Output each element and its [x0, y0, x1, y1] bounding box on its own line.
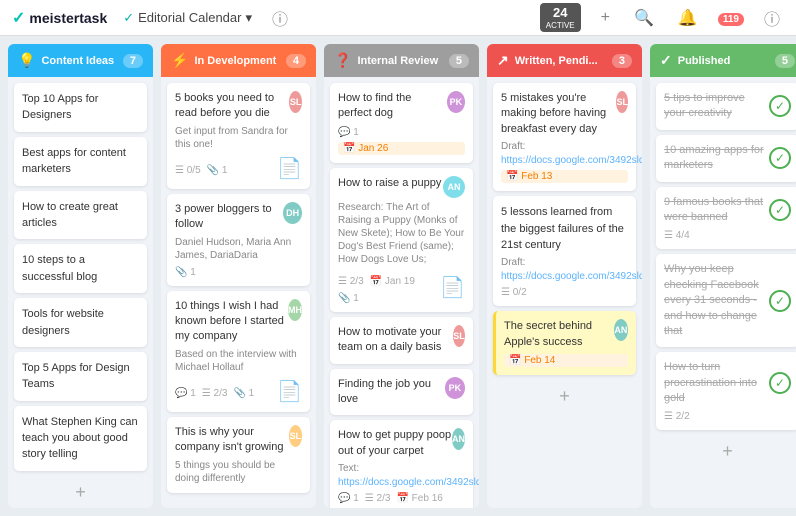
list-item[interactable]: How to raise a puppy AN Research: The Ar…	[330, 168, 473, 312]
list-item[interactable]: How to create great articles	[14, 191, 147, 240]
col-title-written-pending: Written, Pendi...	[515, 55, 606, 67]
list-item[interactable]: How to turn procrastination into gold ✓ …	[656, 352, 796, 430]
column-content-ideas: 💡 Content Ideas 7 Top 10 Apps for Design…	[8, 44, 153, 508]
check-icon: ✓	[769, 147, 791, 169]
avatar: SL	[453, 325, 465, 347]
list-item[interactable]: The secret behind Apple's success AN 📅 F…	[493, 311, 636, 375]
column-internal-review: ❓ Internal Review 5 How to find the perf…	[324, 44, 479, 508]
list-item[interactable]: 10 amazing apps for marketers ✓	[656, 135, 796, 182]
col-header-internal-review: ❓ Internal Review 5	[324, 44, 479, 77]
list-item[interactable]: 10 things I wish I had known before I st…	[167, 291, 310, 412]
col-title-published: Published	[678, 55, 769, 67]
col-title-internal-review: Internal Review	[357, 55, 442, 67]
notification-count: 119	[718, 11, 744, 25]
avatar: AN	[443, 176, 465, 198]
col-content-written-pending: 5 mistakes you're making before having b…	[487, 77, 642, 508]
list-item[interactable]: Top 10 Apps for Designers	[14, 83, 147, 132]
cal-check-icon: ✓	[123, 10, 134, 26]
avatar: SL	[616, 91, 628, 113]
cal-title: Editorial Calendar	[138, 10, 241, 25]
col-icon-content-ideas: 💡	[18, 52, 35, 69]
logo-check-icon: ✓	[12, 8, 25, 28]
list-item[interactable]: 9 famous books that were banned ✓ ☰ 4/4	[656, 187, 796, 250]
col-icon-internal-review: ❓	[334, 52, 351, 69]
col-header-written-pending: ↗ Written, Pendi... 3	[487, 44, 642, 77]
avatar: MH	[288, 299, 302, 321]
col-count-published: 5	[775, 54, 795, 68]
avatar: SL	[289, 91, 302, 113]
col-title-in-development: In Development	[194, 55, 279, 67]
col-icon-in-development: ⚡	[171, 52, 188, 69]
topbar: ✓ meistertask ✓ Editorial Calendar ▾ ⓘ 2…	[0, 0, 796, 36]
add-card-button[interactable]: +	[656, 435, 796, 468]
logo-text: meistertask	[29, 10, 107, 26]
add-card-button[interactable]: +	[167, 498, 310, 508]
col-content-published: 5 tips to improve your creativity ✓ 10 a…	[650, 77, 796, 508]
add-button[interactable]: +	[597, 9, 614, 27]
list-item[interactable]: What Stephen King can teach you about go…	[14, 406, 147, 471]
col-content-internal-review: How to find the perfect dog PK 💬 1 📅 Jan…	[324, 77, 479, 508]
col-title-content-ideas: Content Ideas	[41, 55, 116, 67]
list-item[interactable]: 5 tips to improve your creativity ✓	[656, 83, 796, 130]
col-content-in-development: 5 books you need to read before you die …	[161, 77, 316, 508]
col-content-ideas: Top 10 Apps for Designers Best apps for …	[8, 77, 153, 508]
avatar: DH	[283, 202, 302, 224]
bell-icon[interactable]: 🔔	[674, 8, 702, 28]
doc-icon: 📄	[440, 275, 465, 300]
column-published: ✓ Published 5 5 tips to improve your cre…	[650, 44, 796, 508]
doc-icon: 📄	[277, 379, 302, 404]
column-written-pending: ↗ Written, Pendi... 3 5 mistakes you're …	[487, 44, 642, 508]
active-badge: 24 ACTIVE	[540, 3, 581, 32]
check-icon: ✓	[769, 199, 791, 221]
list-item[interactable]: How to motivate your team on a daily bas…	[330, 317, 473, 364]
list-item[interactable]: 5 mistakes you're making before having b…	[493, 83, 636, 191]
info-icon[interactable]: ⓘ	[268, 6, 292, 30]
col-header-in-development: ⚡ In Development 4	[161, 44, 316, 77]
card-date: 📅 Feb 14	[504, 354, 628, 367]
check-icon: ✓	[769, 290, 791, 312]
list-item[interactable]: Best apps for content marketers	[14, 137, 147, 186]
col-count-internal-review: 5	[449, 54, 469, 68]
avatar: SL	[289, 425, 302, 447]
col-count-in-development: 4	[286, 54, 306, 68]
column-in-development: ⚡ In Development 4 5 books you need to r…	[161, 44, 316, 508]
board: 💡 Content Ideas 7 Top 10 Apps for Design…	[0, 36, 796, 516]
list-item[interactable]: Finding the job you love PK	[330, 369, 473, 416]
avatar: PK	[447, 91, 465, 113]
card-date: 📅 Jan 26	[338, 142, 465, 155]
col-header-published: ✓ Published 5	[650, 44, 796, 77]
logo: ✓ meistertask	[12, 8, 107, 28]
col-count-content-ideas: 7	[123, 54, 143, 68]
user-icon[interactable]: ⓘ	[760, 6, 784, 30]
cal-dropdown-icon: ▾	[245, 10, 252, 26]
card-date: 📅 Feb 13	[501, 170, 628, 183]
col-icon-written-pending: ↗	[497, 52, 509, 69]
list-item[interactable]: 5 lessons learned from the biggest failu…	[493, 196, 636, 306]
col-header-content-ideas: 💡 Content Ideas 7	[8, 44, 153, 77]
add-card-button[interactable]: +	[493, 380, 636, 413]
list-item[interactable]: 10 steps to a successful blog	[14, 244, 147, 293]
list-item[interactable]: This is why your company isn't growing S…	[167, 417, 310, 493]
list-item[interactable]: 5 books you need to read before you die …	[167, 83, 310, 189]
list-item[interactable]: Why you keep checking Facebook every 31 …	[656, 254, 796, 347]
search-icon[interactable]: 🔍	[630, 8, 658, 28]
col-icon-published: ✓	[660, 52, 672, 69]
list-item[interactable]: How to find the perfect dog PK 💬 1 📅 Jan…	[330, 83, 473, 163]
check-icon: ✓	[769, 95, 791, 117]
doc-icon: 📄	[277, 156, 302, 181]
avatar: AN	[614, 319, 628, 341]
list-item[interactable]: 3 power bloggers to follow DH Daniel Hud…	[167, 194, 310, 286]
avatar: PK	[445, 377, 465, 399]
add-card-button[interactable]: +	[14, 476, 147, 508]
avatar: AN	[452, 428, 465, 450]
check-icon: ✓	[769, 372, 791, 394]
list-item[interactable]: Tools for website designers	[14, 298, 147, 347]
calendar-nav[interactable]: ✓ Editorial Calendar ▾	[123, 10, 252, 26]
list-item[interactable]: Top 5 Apps for Design Teams	[14, 352, 147, 401]
list-item[interactable]: How to get puppy poop out of your carpet…	[330, 420, 473, 508]
col-count-written-pending: 3	[612, 54, 632, 68]
